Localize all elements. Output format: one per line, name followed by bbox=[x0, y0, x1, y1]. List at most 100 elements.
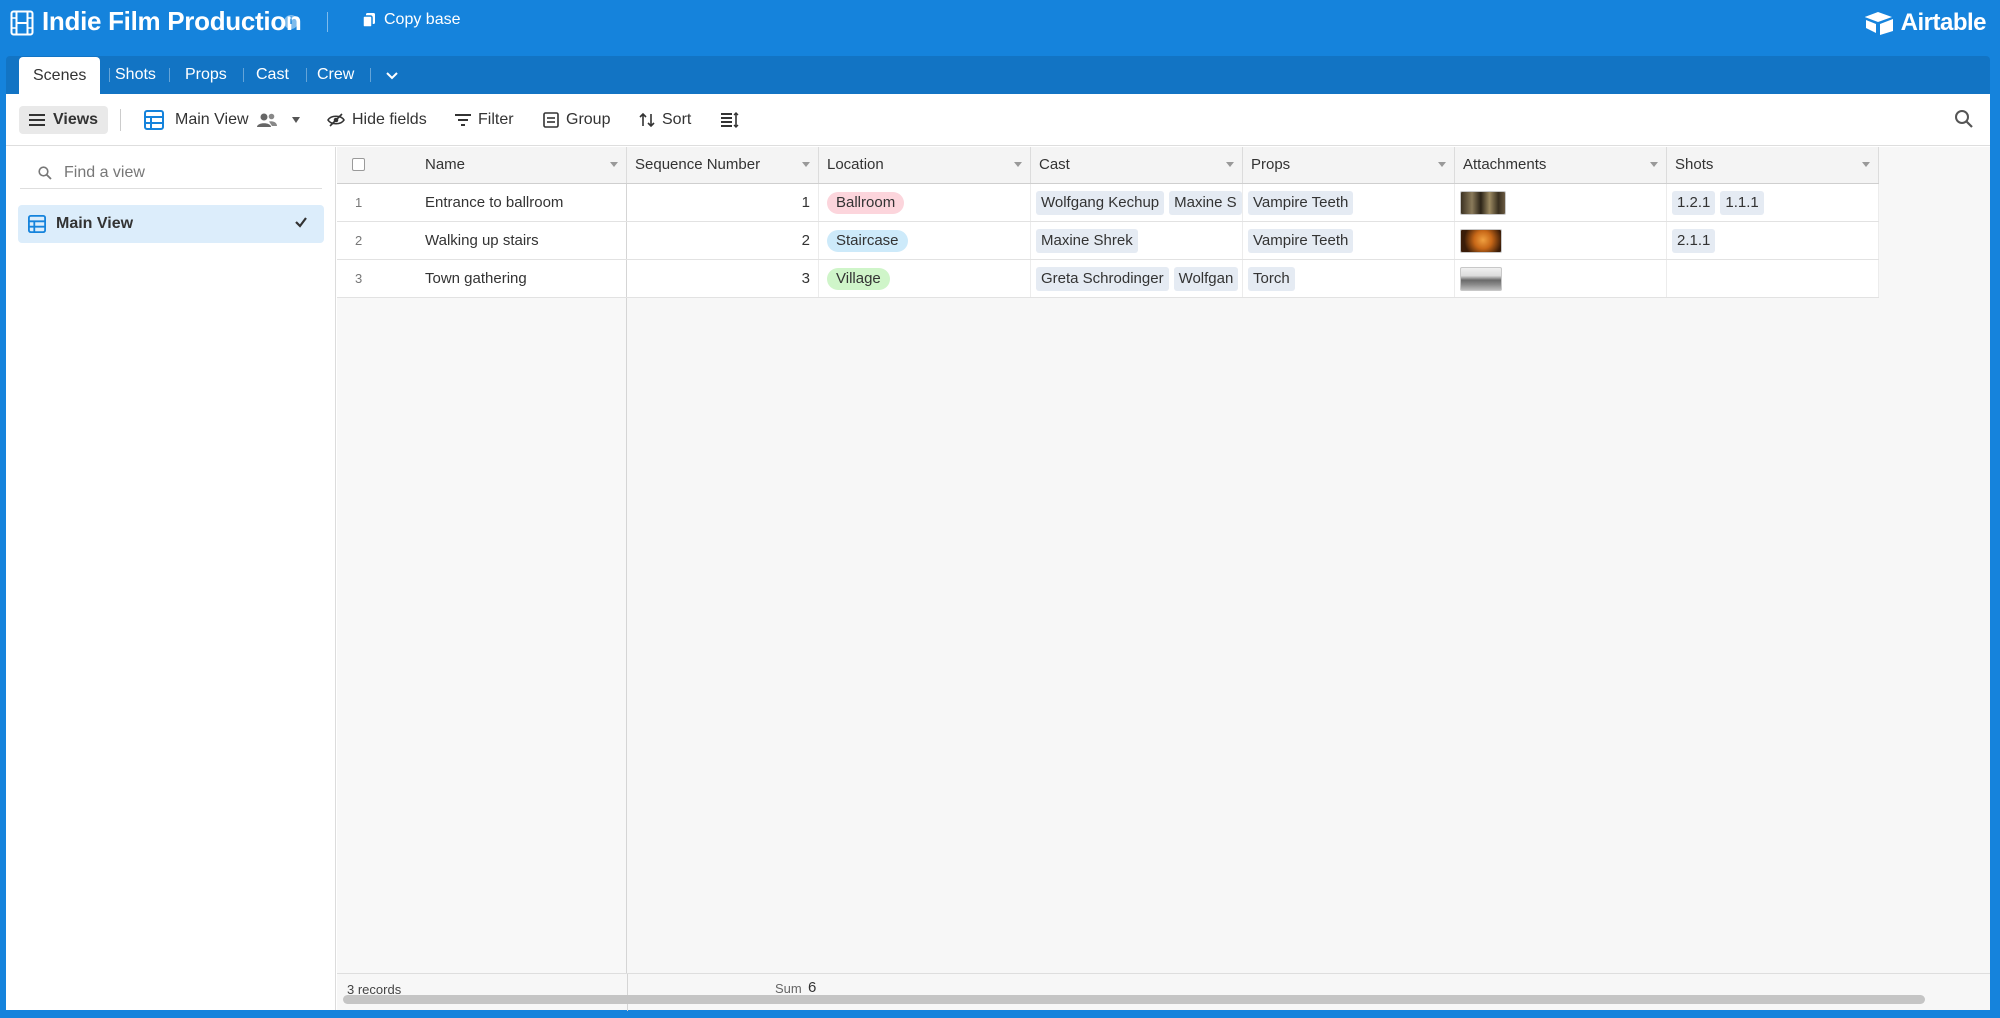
records-grid: Name Sequence Number Location Cast Props… bbox=[337, 147, 1990, 1011]
toolbar-divider bbox=[120, 109, 121, 131]
column-header-props[interactable]: Props bbox=[1243, 147, 1455, 183]
prop-chip: Vampire Teeth bbox=[1248, 191, 1354, 216]
current-view-name: Main View bbox=[175, 111, 249, 128]
filter-button[interactable]: Filter bbox=[455, 108, 514, 132]
hamburger-icon bbox=[29, 113, 45, 127]
row-number: 1 bbox=[355, 195, 363, 210]
shots-cell[interactable]: 1.2.1 1.1.1 bbox=[1667, 184, 1879, 221]
tab-divider bbox=[243, 68, 244, 82]
props-cell[interactable]: Vampire Teeth bbox=[1243, 222, 1455, 259]
cast-cell[interactable]: Greta Schrodinger Wolfgan bbox=[1031, 260, 1243, 297]
column-header-sequence-number[interactable]: Sequence Number bbox=[627, 147, 819, 183]
copy-base-button[interactable]: Copy base bbox=[362, 11, 461, 29]
sort-label: Sort bbox=[662, 111, 692, 128]
row-number-cell: 1 bbox=[337, 184, 417, 221]
tab-shots[interactable]: Shots bbox=[115, 56, 156, 94]
summary-value: 6 bbox=[808, 979, 817, 996]
chevron-down-icon[interactable] bbox=[384, 67, 400, 83]
attachment-thumbnail[interactable] bbox=[1460, 267, 1502, 292]
props-cell[interactable]: Vampire Teeth bbox=[1243, 184, 1455, 221]
tab-props[interactable]: Props bbox=[185, 56, 227, 94]
table-row[interactable]: 3 Town gathering 3 Village Greta Schrodi… bbox=[337, 260, 1879, 298]
location-pill: Ballroom bbox=[827, 192, 905, 215]
sidebar-item-main-view[interactable]: Main View bbox=[18, 205, 324, 243]
table-row[interactable]: 2 Walking up stairs 2 Staircase Maxine S… bbox=[337, 222, 1879, 260]
tab-crew[interactable]: Crew bbox=[317, 56, 354, 94]
cast-cell[interactable]: Maxine Shrek bbox=[1031, 222, 1243, 259]
search-icon[interactable] bbox=[1954, 109, 1974, 129]
hide-fields-button[interactable]: Hide fields bbox=[327, 108, 427, 132]
location-pill: Village bbox=[827, 268, 890, 291]
divider bbox=[327, 12, 328, 32]
copy-icon bbox=[362, 12, 376, 28]
row-number-cell: 3 bbox=[337, 260, 417, 297]
group-label: Group bbox=[566, 111, 611, 128]
name-cell[interactable]: Entrance to ballroom bbox=[417, 184, 627, 221]
attachments-cell[interactable] bbox=[1455, 184, 1667, 221]
attachment-thumbnail[interactable] bbox=[1460, 191, 1506, 216]
grid-footer: 3 records Sum 6 bbox=[337, 973, 1990, 1011]
caret-down-icon[interactable] bbox=[1650, 162, 1658, 167]
column-label: Sequence Number bbox=[635, 156, 761, 173]
column-label: Props bbox=[1251, 156, 1291, 173]
brand-name: Airtable bbox=[1900, 9, 1987, 36]
caret-down-icon[interactable] bbox=[1438, 162, 1446, 167]
summary-label[interactable]: Sum bbox=[775, 981, 802, 996]
filter-icon bbox=[455, 113, 471, 127]
sequence-cell[interactable]: 3 bbox=[627, 260, 819, 297]
views-toggle-button[interactable]: Views bbox=[19, 106, 109, 134]
shots-cell[interactable]: 2.1.1 bbox=[1667, 222, 1879, 259]
column-label: Location bbox=[827, 156, 884, 173]
table-row[interactable]: 1 Entrance to ballroom 1 Ballroom Wolfga… bbox=[337, 184, 1879, 222]
main-panel: Views Main View Hide fields Filter Group… bbox=[6, 94, 1990, 1011]
column-header-shots[interactable]: Shots bbox=[1667, 147, 1879, 183]
attachment-thumbnail[interactable] bbox=[1460, 229, 1502, 254]
location-cell[interactable]: Village bbox=[819, 260, 1031, 297]
group-button[interactable]: Group bbox=[543, 108, 610, 132]
views-label: Views bbox=[53, 111, 99, 128]
views-sidebar: Main View bbox=[6, 147, 336, 1010]
tab-scenes[interactable]: Scenes bbox=[19, 57, 101, 94]
select-all-cell bbox=[337, 147, 417, 183]
tab-cast[interactable]: Cast bbox=[256, 56, 289, 94]
sequence-cell[interactable]: 1 bbox=[627, 184, 819, 221]
column-header-location[interactable]: Location bbox=[819, 147, 1031, 183]
horizontal-scrollbar[interactable] bbox=[343, 995, 1925, 1004]
checkmark-icon bbox=[294, 215, 308, 229]
caret-down-icon[interactable] bbox=[610, 162, 618, 167]
find-view-input[interactable] bbox=[62, 162, 302, 183]
eye-slash-icon bbox=[327, 113, 345, 127]
attachments-cell[interactable] bbox=[1455, 260, 1667, 297]
shots-cell[interactable] bbox=[1667, 260, 1879, 297]
name-cell[interactable]: Town gathering bbox=[417, 260, 627, 297]
caret-down-icon[interactable] bbox=[1014, 162, 1022, 167]
info-icon[interactable]: i bbox=[284, 15, 298, 29]
view-switcher[interactable]: Main View bbox=[144, 108, 301, 132]
grid-view-icon bbox=[144, 110, 164, 130]
table-tabs: Scenes Shots Props Cast Crew bbox=[6, 56, 1990, 94]
caret-down-icon[interactable] bbox=[1226, 162, 1234, 167]
view-toolbar: Views Main View Hide fields Filter Group… bbox=[6, 94, 1990, 146]
cast-chip: Maxine S bbox=[1169, 191, 1242, 216]
row-height-button[interactable] bbox=[721, 108, 739, 132]
row-height-icon bbox=[721, 112, 739, 128]
grid-view-icon bbox=[28, 215, 46, 233]
caret-down-icon[interactable] bbox=[1862, 162, 1870, 167]
column-header-name[interactable]: Name bbox=[417, 147, 627, 183]
location-cell[interactable]: Ballroom bbox=[819, 184, 1031, 221]
props-cell[interactable]: Torch bbox=[1243, 260, 1455, 297]
cast-cell[interactable]: Wolfgang Kechup Maxine S bbox=[1031, 184, 1243, 221]
column-header-cast[interactable]: Cast bbox=[1031, 147, 1243, 183]
airtable-logo[interactable]: Airtable bbox=[1864, 9, 1987, 37]
select-all-checkbox[interactable] bbox=[352, 158, 365, 171]
location-cell[interactable]: Staircase bbox=[819, 222, 1031, 259]
base-title[interactable]: Indie Film Production bbox=[42, 6, 302, 37]
cast-chip: Greta Schrodinger bbox=[1036, 267, 1169, 292]
sort-button[interactable]: Sort bbox=[639, 108, 691, 132]
name-cell[interactable]: Walking up stairs bbox=[417, 222, 627, 259]
sequence-cell[interactable]: 2 bbox=[627, 222, 819, 259]
column-header-attachments[interactable]: Attachments bbox=[1455, 147, 1667, 183]
caret-down-icon[interactable] bbox=[802, 162, 810, 167]
sort-icon bbox=[639, 112, 655, 128]
attachments-cell[interactable] bbox=[1455, 222, 1667, 259]
